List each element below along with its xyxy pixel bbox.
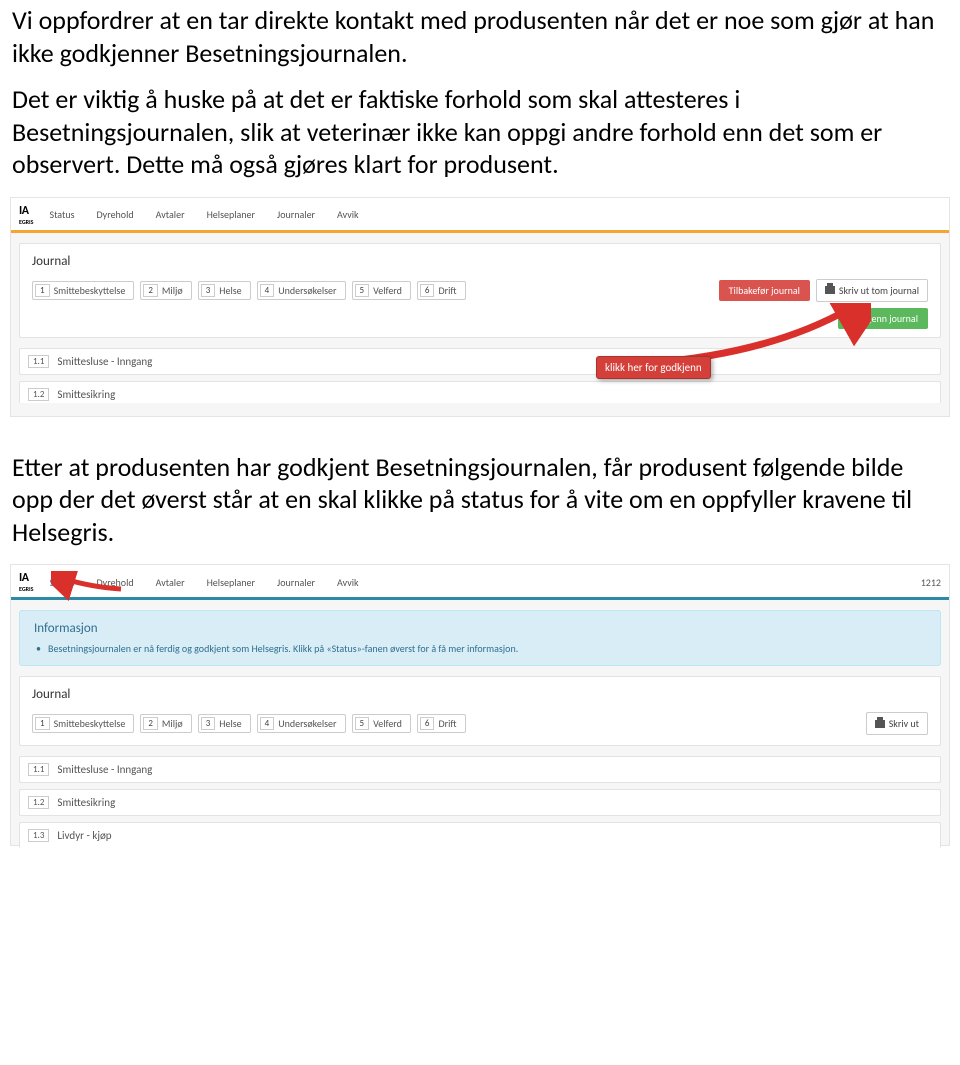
logo-2: IA EGRIS (19, 571, 33, 593)
paragraph-3: Etter at produsenten har godkjent Besetn… (0, 447, 960, 559)
info-title: Informasjon (34, 621, 926, 636)
tab2-4[interactable]: 4Undersøkelser (257, 714, 346, 733)
subrow2-1-1[interactable]: 1.1 Smittesluse - Inngang (19, 756, 941, 783)
nav-avtaler[interactable]: Avtaler (156, 208, 185, 221)
nav-bar-2: IA EGRIS Status Dyrehold Avtaler Helsepl… (11, 565, 949, 597)
nav2-journaler[interactable]: Journaler (277, 576, 315, 589)
info-text: Besetningsjournalen er nå ferdig og godk… (34, 642, 926, 655)
info-panel: Informasjon Besetningsjournalen er nå fe… (19, 610, 941, 666)
tab2-2[interactable]: 2Miljø (140, 714, 191, 733)
nav-journaler[interactable]: Journaler (277, 208, 315, 221)
subrow-1-2[interactable]: 1.2 Smittesikring (19, 381, 941, 403)
accent-bar (11, 230, 949, 233)
btn-print[interactable]: Skriv ut (866, 712, 928, 735)
accent-bar-2 (11, 597, 949, 600)
panel-title-2: Journal (32, 687, 928, 702)
nav2-avtaler[interactable]: Avtaler (156, 576, 185, 589)
callout-godkjenn: klikk her for godkjenn (596, 356, 711, 379)
paragraph-1: Vi oppfordrer at en tar direkte kontakt … (0, 0, 960, 79)
tabs-row-1: 1Smittebeskyttelse 2Miljø 3Helse 4Unders… (32, 279, 928, 302)
nav2-helseplaner[interactable]: Helseplaner (207, 576, 255, 589)
journal-panel-2: Journal 1Smittebeskyttelse 2Miljø 3Helse… (19, 676, 941, 746)
nav-bar-1: IA EGRIS Status Dyrehold Avtaler Helsepl… (11, 198, 949, 230)
tab2-3[interactable]: 3Helse (198, 714, 251, 733)
print-icon (825, 286, 835, 294)
screenshot-1: IA EGRIS Status Dyrehold Avtaler Helsepl… (10, 197, 950, 417)
tab2-1[interactable]: 1Smittebeskyttelse (32, 714, 134, 733)
print-icon-2 (875, 720, 885, 728)
tab-4[interactable]: 4Undersøkelser (257, 281, 346, 300)
screenshot-2: IA EGRIS Status Dyrehold Avtaler Helsepl… (10, 564, 950, 846)
nav-helseplaner[interactable]: Helseplaner (207, 208, 255, 221)
nav-status[interactable]: Status (49, 208, 74, 221)
logo: IA EGRIS (19, 204, 33, 226)
subrow2-1-2[interactable]: 1.2 Smittesikring (19, 789, 941, 816)
nav-dyrehold[interactable]: Dyrehold (97, 208, 134, 221)
tab-1[interactable]: 1Smittebeskyttelse (32, 281, 134, 300)
nav2-avvik[interactable]: Avvik (337, 576, 359, 589)
nav-avvik[interactable]: Avvik (337, 208, 359, 221)
tabs-row-2: 1Smittebeskyttelse 2Miljø 3Helse 4Unders… (32, 712, 928, 735)
tab-5[interactable]: 5Velferd (352, 281, 411, 300)
panel-title: Journal (32, 254, 928, 269)
tab-6[interactable]: 6Drift (417, 281, 466, 300)
top-right-number: 1212 (921, 576, 941, 589)
tab-2[interactable]: 2Miljø (140, 281, 191, 300)
paragraph-2: Det er viktig å huske på at det er fakti… (0, 79, 960, 191)
btn-print-empty[interactable]: Skriv ut tom journal (816, 279, 928, 302)
btn-tilbakefor[interactable]: Tilbakefør journal (719, 280, 810, 301)
tab2-5[interactable]: 5Velferd (352, 714, 411, 733)
arrow-status (51, 571, 151, 601)
tab2-6[interactable]: 6Drift (417, 714, 466, 733)
tab-3[interactable]: 3Helse (198, 281, 251, 300)
subrow2-1-3[interactable]: 1.3 Livdyr - kjøp (19, 822, 941, 848)
